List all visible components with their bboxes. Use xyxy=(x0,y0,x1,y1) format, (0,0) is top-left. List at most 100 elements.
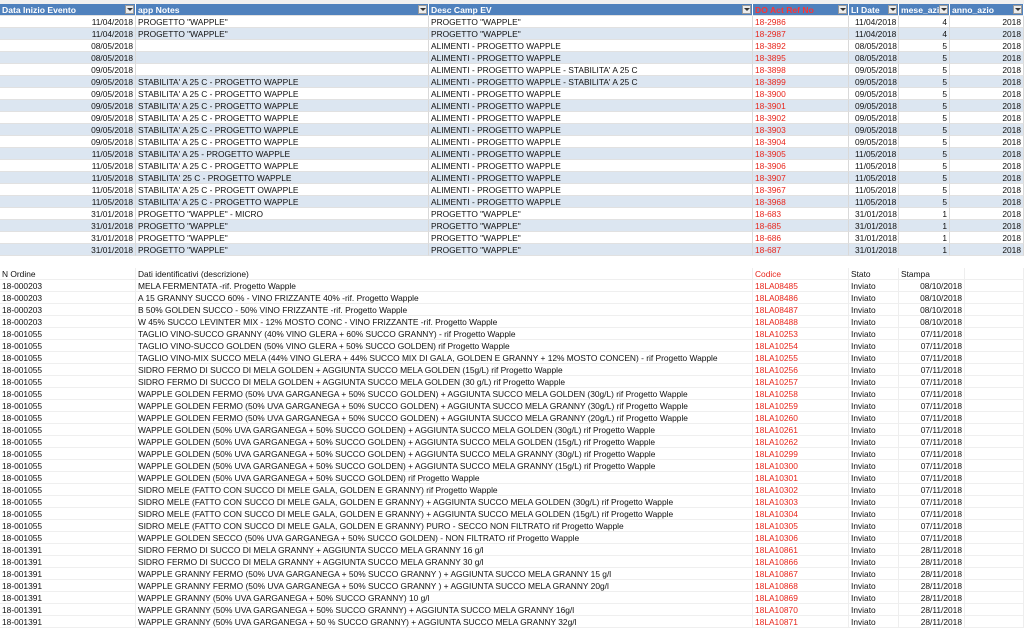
empty-cell[interactable] xyxy=(965,448,1024,460)
cell-stato[interactable]: Inviato xyxy=(849,304,899,316)
cell-stato[interactable]: Inviato xyxy=(849,580,899,592)
cell-mese[interactable]: 5 xyxy=(899,88,950,100)
cell-data-inizio[interactable]: 11/05/2018 xyxy=(0,172,136,184)
cell-data-inizio[interactable]: 09/05/2018 xyxy=(0,112,136,124)
cell-li-date[interactable]: 09/05/2018 xyxy=(849,100,899,112)
empty-cell[interactable] xyxy=(965,376,1024,388)
cell-data-inizio[interactable]: 09/05/2018 xyxy=(0,136,136,148)
cell-codice[interactable]: 18LA10867 xyxy=(753,568,849,580)
cell-anno[interactable]: 2018 xyxy=(950,196,1024,208)
cell-stampa[interactable]: 28/11/2018 xyxy=(899,556,965,568)
cell-stato[interactable]: Inviato xyxy=(849,424,899,436)
cell-descrizione[interactable]: WAPPLE GOLDEN (50% UVA GARGANEGA + 50% S… xyxy=(136,436,753,448)
header-stato[interactable]: Stato xyxy=(849,268,899,280)
cell-n-ordine[interactable]: 18-001055 xyxy=(0,508,136,520)
cell-mese[interactable]: 5 xyxy=(899,196,950,208)
cell-desc-camp[interactable]: PROGETTO "WAPPLE" xyxy=(429,208,753,220)
cell-app-notes[interactable]: STABILITA' A 25 C - PROGETTO WAPPLE xyxy=(136,196,429,208)
cell-codice[interactable]: 18LA10258 xyxy=(753,388,849,400)
cell-stampa[interactable]: 07/11/2018 xyxy=(899,532,965,544)
cell-stampa[interactable]: 07/11/2018 xyxy=(899,352,965,364)
cell-stampa[interactable]: 07/11/2018 xyxy=(899,328,965,340)
cell-stato[interactable]: Inviato xyxy=(849,436,899,448)
empty-cell[interactable] xyxy=(965,292,1024,304)
empty-cell[interactable] xyxy=(965,496,1024,508)
cell-anno[interactable]: 2018 xyxy=(950,160,1024,172)
cell-desc-camp[interactable]: ALIMENTI - PROGETTO WAPPLE xyxy=(429,124,753,136)
cell-descrizione[interactable]: SIDRO MELE (FATTO CON SUCCO DI MELE GALA… xyxy=(136,520,753,532)
cell-data-inizio[interactable]: 11/04/2018 xyxy=(0,16,136,28)
cell-anno[interactable]: 2018 xyxy=(950,112,1024,124)
cell-act-ref-no[interactable]: 18-3904 xyxy=(753,136,849,148)
cell-descrizione[interactable]: SIDRO FERMO DI SUCCO DI MELA GOLDEN + AG… xyxy=(136,364,753,376)
cell-n-ordine[interactable]: 18-001055 xyxy=(0,352,136,364)
cell-data-inizio[interactable]: 09/05/2018 xyxy=(0,76,136,88)
cell-anno[interactable]: 2018 xyxy=(950,220,1024,232)
cell-act-ref-no[interactable]: 18-2987 xyxy=(753,28,849,40)
cell-mese[interactable]: 1 xyxy=(899,208,950,220)
cell-n-ordine[interactable]: 18-001055 xyxy=(0,472,136,484)
cell-descrizione[interactable]: WAPPLE GOLDEN FERMO (50% UVA GARGANEGA +… xyxy=(136,400,753,412)
cell-li-date[interactable]: 31/01/2018 xyxy=(849,208,899,220)
cell-act-ref-no[interactable]: 18-3902 xyxy=(753,112,849,124)
cell-stato[interactable]: Inviato xyxy=(849,532,899,544)
cell-anno[interactable]: 2018 xyxy=(950,64,1024,76)
cell-desc-camp[interactable]: ALIMENTI - PROGETTO WAPPLE - STABILITA' … xyxy=(429,64,753,76)
cell-data-inizio[interactable]: 09/05/2018 xyxy=(0,124,136,136)
cell-desc-camp[interactable]: PROGETTO "WAPPLE" xyxy=(429,28,753,40)
cell-act-ref-no[interactable]: 18-3906 xyxy=(753,160,849,172)
cell-descrizione[interactable]: SIDRO MELE (FATTO CON SUCCO DI MELE GALA… xyxy=(136,484,753,496)
cell-n-ordine[interactable]: 18-001391 xyxy=(0,580,136,592)
cell-desc-camp[interactable]: PROGETTO "WAPPLE" xyxy=(429,244,753,256)
cell-stampa[interactable]: 28/11/2018 xyxy=(899,568,965,580)
cell-codice[interactable]: 18LA10253 xyxy=(753,328,849,340)
empty-cell[interactable] xyxy=(965,592,1024,604)
cell-stampa[interactable]: 07/11/2018 xyxy=(899,340,965,352)
cell-act-ref-no[interactable]: 18-3899 xyxy=(753,76,849,88)
cell-anno[interactable]: 2018 xyxy=(950,244,1024,256)
empty-cell[interactable] xyxy=(965,352,1024,364)
cell-stampa[interactable]: 28/11/2018 xyxy=(899,604,965,616)
cell-mese[interactable]: 5 xyxy=(899,172,950,184)
cell-mese[interactable]: 5 xyxy=(899,112,950,124)
cell-descrizione[interactable]: TAGLIO VINO-SUCCO GOLDEN (50% VINO GLERA… xyxy=(136,340,753,352)
cell-app-notes[interactable] xyxy=(136,40,429,52)
cell-stato[interactable]: Inviato xyxy=(849,484,899,496)
cell-n-ordine[interactable]: 18-001391 xyxy=(0,616,136,628)
filter-dropdown-icon[interactable] xyxy=(838,5,847,14)
header-dati-identificativi[interactable]: Dati identificativi (descrizione) xyxy=(136,268,753,280)
cell-codice[interactable]: 18LA10306 xyxy=(753,532,849,544)
cell-desc-camp[interactable]: ALIMENTI - PROGETTO WAPPLE xyxy=(429,88,753,100)
cell-stato[interactable]: Inviato xyxy=(849,328,899,340)
cell-app-notes[interactable]: PROGETTO "WAPPLE" xyxy=(136,16,429,28)
empty-cell[interactable] xyxy=(965,556,1024,568)
cell-stampa[interactable]: 07/11/2018 xyxy=(899,508,965,520)
cell-stato[interactable]: Inviato xyxy=(849,616,899,628)
cell-li-date[interactable]: 31/01/2018 xyxy=(849,232,899,244)
cell-stato[interactable]: Inviato xyxy=(849,280,899,292)
cell-stato[interactable]: Inviato xyxy=(849,604,899,616)
cell-li-date[interactable]: 08/05/2018 xyxy=(849,52,899,64)
cell-n-ordine[interactable]: 18-001055 xyxy=(0,412,136,424)
empty-cell[interactable] xyxy=(965,364,1024,376)
cell-stampa[interactable]: 28/11/2018 xyxy=(899,616,965,628)
header-data-inizio-evento[interactable]: Data Inizio Evento xyxy=(0,4,136,16)
empty-cell[interactable] xyxy=(965,532,1024,544)
cell-desc-camp[interactable]: ALIMENTI - PROGETTO WAPPLE xyxy=(429,148,753,160)
cell-codice[interactable]: 18LA08486 xyxy=(753,292,849,304)
cell-stato[interactable]: Inviato xyxy=(849,376,899,388)
cell-act-ref-no[interactable]: 18-3905 xyxy=(753,148,849,160)
cell-stampa[interactable]: 28/11/2018 xyxy=(899,544,965,556)
cell-codice[interactable]: 18LA10869 xyxy=(753,592,849,604)
cell-n-ordine[interactable]: 18-000203 xyxy=(0,292,136,304)
cell-app-notes[interactable]: STABILITA' A 25 C - PROGETTO WAPPLE xyxy=(136,136,429,148)
filter-dropdown-icon[interactable] xyxy=(888,5,897,14)
empty-cell[interactable] xyxy=(965,484,1024,496)
cell-anno[interactable]: 2018 xyxy=(950,172,1024,184)
filter-dropdown-icon[interactable] xyxy=(418,5,427,14)
cell-stampa[interactable]: 08/10/2018 xyxy=(899,280,965,292)
cell-n-ordine[interactable]: 18-001055 xyxy=(0,448,136,460)
cell-stato[interactable]: Inviato xyxy=(849,520,899,532)
cell-codice[interactable]: 18LA10302 xyxy=(753,484,849,496)
cell-codice[interactable]: 18LA10304 xyxy=(753,508,849,520)
